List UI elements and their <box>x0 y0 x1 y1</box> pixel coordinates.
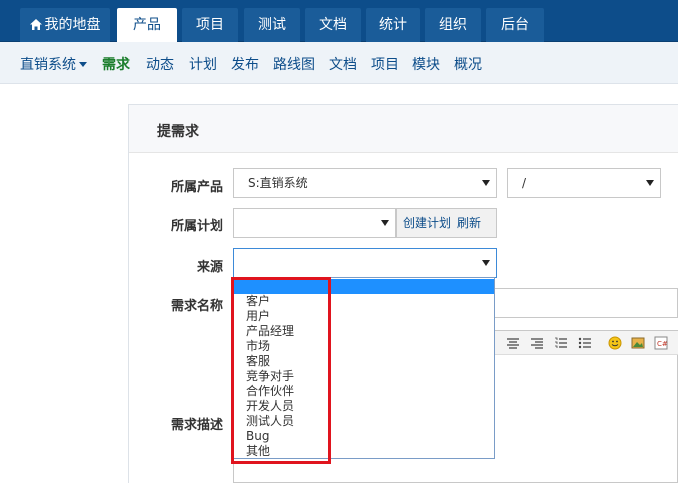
tab-product[interactable]: 产品 <box>117 8 177 42</box>
tab-label: 我的地盘 <box>44 17 101 33</box>
source-select[interactable] <box>233 248 497 278</box>
subnav-item-plan[interactable]: 计划 <box>189 54 217 74</box>
tab-admin[interactable]: 后台 <box>486 8 544 42</box>
tab-doc[interactable]: 文档 <box>305 8 361 42</box>
tab-label: 组织 <box>439 17 467 33</box>
plan-actions: 创建计划 刷新 <box>396 208 497 238</box>
product-switcher-label: 直销系统 <box>20 57 76 73</box>
sub-nav: 直销系统 需求 动态 计划 发布 路线图 文档 项目 模块 概况 <box>0 42 678 84</box>
image-icon[interactable] <box>631 336 645 350</box>
branch-select[interactable]: / <box>507 168 661 198</box>
annotation-highlight-box <box>231 277 331 464</box>
align-center-icon[interactable] <box>506 336 520 350</box>
plan-select[interactable] <box>233 208 396 238</box>
tab-project[interactable]: 项目 <box>182 8 238 42</box>
create-plan-link[interactable]: 创建计划 <box>403 216 451 230</box>
tab-org[interactable]: 组织 <box>425 8 481 42</box>
dropdown-arrow-icon <box>482 180 490 186</box>
tab-label: 测试 <box>258 17 286 33</box>
branch-select-value: / <box>522 176 527 190</box>
source-label: 来源 <box>196 260 223 275</box>
tab-label: 产品 <box>133 17 161 33</box>
tab-label: 后台 <box>501 17 529 33</box>
refresh-link[interactable]: 刷新 <box>457 216 481 230</box>
caret-down-icon <box>79 62 87 67</box>
tab-label: 文档 <box>319 17 347 33</box>
page-title: 提需求 <box>157 124 199 140</box>
subnav-item-project[interactable]: 项目 <box>371 54 399 74</box>
product-select[interactable]: S:直销系统 <box>233 168 497 198</box>
plan-label: 所属计划 <box>170 219 223 234</box>
unordered-list-icon[interactable] <box>578 336 592 350</box>
story-desc-label: 需求描述 <box>170 418 223 433</box>
code-icon[interactable]: C# <box>654 336 668 350</box>
tab-test[interactable]: 测试 <box>244 8 300 42</box>
subnav-item-dynamic[interactable]: 动态 <box>146 54 174 74</box>
dropdown-arrow-icon <box>646 180 654 186</box>
align-right-icon[interactable] <box>530 336 544 350</box>
product-label: 所属产品 <box>170 180 223 195</box>
panel-header: 提需求 <box>129 105 678 153</box>
tab-stats[interactable]: 统计 <box>366 8 420 42</box>
subnav-item-overview[interactable]: 概况 <box>454 54 482 74</box>
tab-label: 统计 <box>379 17 407 33</box>
tab-label: 项目 <box>196 17 224 33</box>
emoji-icon[interactable] <box>608 336 622 350</box>
subnav-item-story[interactable]: 需求 <box>102 54 130 74</box>
ordered-list-icon[interactable] <box>554 336 568 350</box>
subnav-item-module[interactable]: 模块 <box>412 54 440 74</box>
svg-text:C#: C# <box>657 340 668 348</box>
dropdown-arrow-icon <box>381 220 389 226</box>
subnav-item-roadmap[interactable]: 路线图 <box>273 54 315 74</box>
product-switcher[interactable]: 直销系统 <box>20 54 87 74</box>
home-icon <box>29 19 42 30</box>
product-select-value: S:直销系统 <box>248 176 308 190</box>
tab-my-dashboard[interactable]: 我的地盘 <box>20 8 110 42</box>
story-name-label: 需求名称 <box>170 299 223 314</box>
subnav-item-doc[interactable]: 文档 <box>329 54 357 74</box>
subnav-item-release[interactable]: 发布 <box>231 54 259 74</box>
dropdown-arrow-icon <box>482 260 490 266</box>
top-nav: 我的地盘 产品 项目 测试 文档 统计 组织 后台 <box>0 0 678 42</box>
